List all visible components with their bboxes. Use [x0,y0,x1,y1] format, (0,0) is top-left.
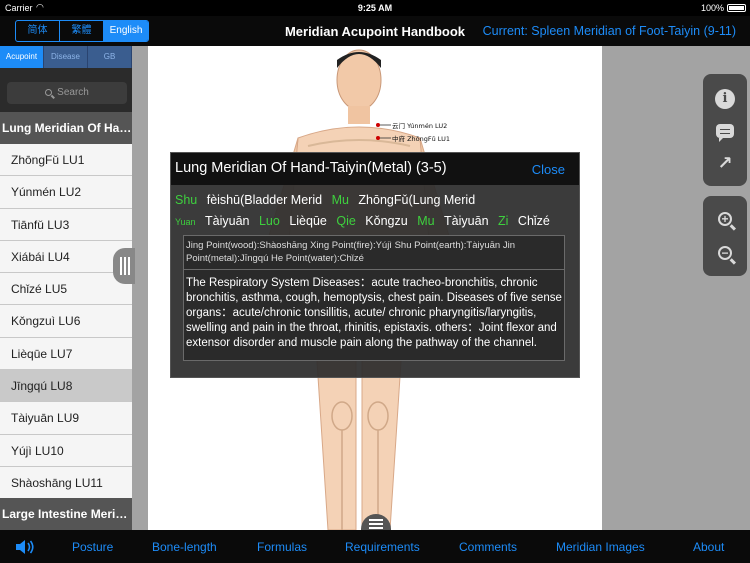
point-value: Lièqūe [289,214,327,228]
divider [184,269,564,270]
zoom-out-button[interactable]: − [714,242,736,264]
section-header-lung[interactable]: Lung Meridian Of Hand-Taiyin(Metal) [0,112,132,144]
meridian-info-popup: Lung Meridian Of Hand-Taiyin(Metal) (3-5… [170,152,580,378]
battery-icon [727,4,746,12]
toolbar-about-button[interactable]: About [693,540,724,554]
search-input[interactable]: Search [7,82,127,104]
point-value: Chǐzé [517,214,550,228]
point-value: fèishū(Bladder Merid [206,193,323,207]
toolbar-posture-button[interactable]: Posture [72,540,113,554]
toolbar-meridian-images-button[interactable]: Meridian Images [556,540,645,554]
point-tag: Luo [258,214,280,228]
search-bar: Search [0,68,132,118]
language-simplified-button[interactable]: 简体 [16,21,60,41]
point-tag: Mu [331,193,349,207]
list-item[interactable]: Shàoshāng LU11 [0,466,132,500]
close-button[interactable]: Close [532,162,565,177]
list-item[interactable]: Lièqūe LU7 [0,337,132,371]
point-tag: Qie [336,214,356,228]
info-text-box[interactable]: Jing Point(wood):Shàoshāng Xing Point(fi… [183,235,565,361]
search-icon [45,89,53,96]
list-item[interactable]: Tàiyuān LU9 [0,402,132,435]
point-tag: Mu [417,214,435,228]
popup-header: Lung Meridian Of Hand-Taiyin(Metal) (3-5… [171,153,579,185]
tab-gb[interactable]: GB [88,46,132,68]
comment-button[interactable] [714,120,736,142]
tab-acupoint[interactable]: Acupoint [0,46,44,68]
point-tag: Shu [175,193,198,207]
special-points-row: Yuan Tàiyuān Luo Lièqūe Qie Kǒngzu Mu Tà… [175,214,550,228]
sidebar-drag-handle[interactable] [113,248,135,284]
list-item[interactable]: Yúnmén LU2 [0,176,132,209]
battery-percent: 100% [700,3,724,13]
zoom-in-icon: + [718,212,732,226]
clock: 9:25 AM [357,3,393,13]
list-item[interactable]: Yújì LU10 [0,434,132,467]
trend-button[interactable]: ↗ [714,152,736,174]
acupoint-label-lu2: 云门 Yúnmén LU2 [392,121,447,130]
tab-disease[interactable]: Disease [44,46,88,68]
point-value: ZhōngFǔ(Lung Merid [358,193,476,207]
zoom-out-icon: − [718,246,732,260]
list-item[interactable]: Tiānfǔ LU3 [0,208,132,241]
speaker-icon[interactable] [15,539,35,555]
sidebar-tabs: Acupoint Disease GB [0,46,132,68]
list-item[interactable]: ZhōngFǔ LU1 [0,144,132,177]
status-bar: Carrier ◠ 9:25 AM 100% [0,0,750,16]
language-traditional-button[interactable]: 繁體 [60,21,104,41]
language-segmented-control: 简体 繁體 English [15,20,149,42]
point-tag: Yuan [175,217,196,227]
app-title: Meridian Acupoint Handbook [284,24,466,39]
point-value: Tàiyuān [205,214,250,228]
shu-mu-row: Shu fèishū(Bladder Merid Mu ZhōngFǔ(Lung… [175,193,475,207]
acupoint-label-lu1: 中府 ZhōngFǔ LU1 [392,134,450,143]
tool-panel-zoom: + − [703,196,747,276]
list-item[interactable]: Kǒngzuì LU6 [0,305,132,338]
popup-title: Lung Meridian Of Hand-Taiyin(Metal) (3-5… [175,160,447,176]
indications-text: The Respiratory System Diseases：acute tr… [186,277,562,349]
section-header-large-intestine[interactable]: Large Intestine Meridian [0,498,132,530]
info-icon: i [715,89,735,109]
current-meridian-link[interactable]: Current: Spleen Meridian of Foot-Taiyin … [483,24,736,38]
acupoint-list: ZhōngFǔ LU1 Yúnmén LU2 Tiānfǔ LU3 Xiábái… [0,144,132,500]
list-item[interactable]: Chǐzé LU5 [0,273,132,306]
info-button[interactable]: i [714,88,736,110]
point-value: Kǒngzu [365,214,408,228]
comment-icon [716,124,734,142]
grip-icon [120,257,130,275]
nav-bar: 简体 繁體 English Meridian Acupoint Handbook… [0,16,750,46]
toolbar-formulas-button[interactable]: Formulas [257,540,307,554]
trend-icon: ↗ [717,152,733,173]
language-english-button[interactable]: English [104,21,148,41]
bottom-toolbar: Posture Bone-length Formulas Requirement… [0,530,750,563]
tool-panel-top: i ↗ [703,74,747,186]
toolbar-requirements-button[interactable]: Requirements [345,540,420,554]
sidebar: Acupoint Disease GB Search Lung Meridian… [0,46,132,530]
five-shu-points-text: Jing Point(wood):Shàoshāng Xing Point(fi… [186,240,515,264]
list-item-selected[interactable]: Jīngqú LU8 [0,370,132,403]
toolbar-bone-length-button[interactable]: Bone-length [152,540,217,554]
point-value: Tàiyuān [444,214,489,228]
zoom-in-button[interactable]: + [714,208,736,230]
toolbar-comments-button[interactable]: Comments [459,540,517,554]
point-tag: Zi [498,214,509,228]
search-placeholder: Search [57,87,89,98]
